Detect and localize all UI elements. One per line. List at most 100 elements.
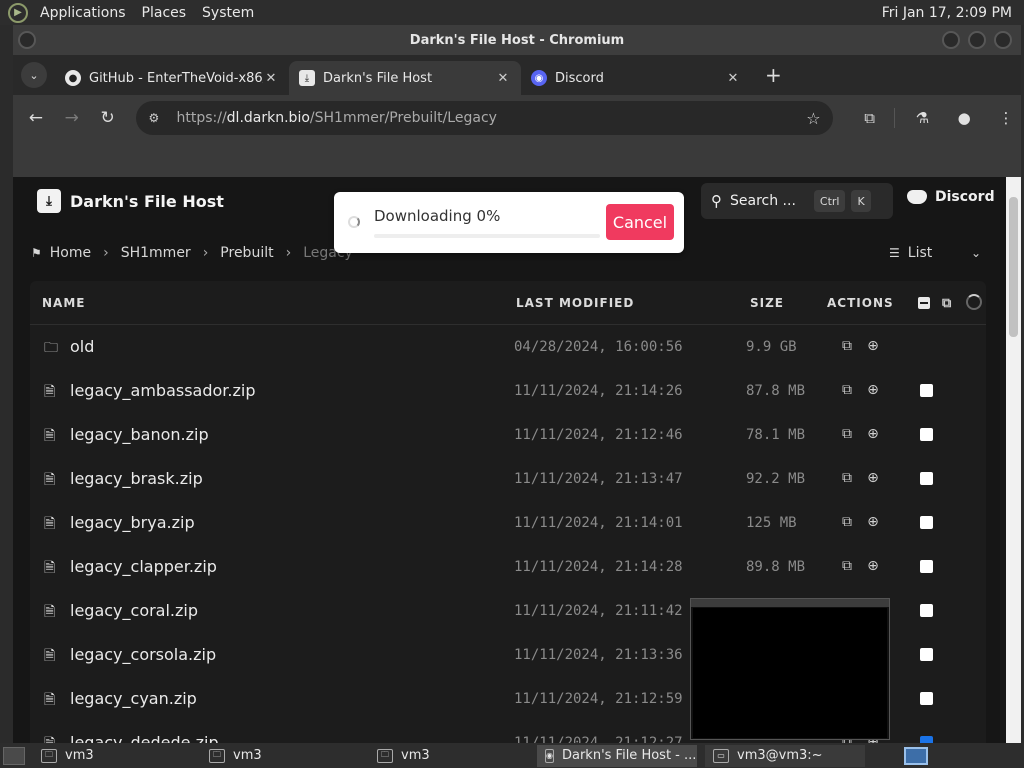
site-search-button[interactable]: ⚲ Search ... Ctrl K	[701, 183, 893, 219]
site-info-icon[interactable]: ⚙	[148, 111, 166, 125]
taskbar-item[interactable]: ▭ vm3@vm3:~	[705, 744, 865, 767]
file-name[interactable]: legacy_brask.zip	[70, 469, 203, 488]
column-name[interactable]: NAME	[42, 296, 85, 310]
show-desktop-button[interactable]	[3, 746, 25, 765]
table-row[interactable]: 🗎 legacy_banon.zip 11/11/2024, 21:12:46 78.…	[30, 413, 986, 457]
file-name[interactable]: legacy_brya.zip	[70, 513, 195, 532]
cancel-download-button[interactable]: Cancel	[606, 204, 674, 240]
breadcrumb-prebuilt[interactable]: Prebuilt	[220, 245, 273, 261]
file-size: 87.8 MB	[746, 383, 806, 399]
row-actions: ⧉⊕	[838, 513, 890, 531]
taskbar-item-label: vm3@vm3:~	[737, 748, 823, 763]
row-select-checkbox[interactable]	[920, 736, 933, 743]
file-name[interactable]: legacy_dedede.zip	[70, 733, 219, 743]
bookmark-star-icon[interactable]: ☆	[806, 109, 820, 128]
row-select-checkbox[interactable]	[920, 516, 933, 529]
tab-label: GitHub - EnterTheVoid-x86/	[89, 70, 263, 86]
table-row[interactable]: 🗀 old 04/28/2024, 16:00:56 9.9 GB ⧉ ⊕	[30, 325, 986, 369]
download-circle-icon[interactable]: ⊕	[864, 513, 882, 531]
copy-link-icon[interactable]: ⧉	[838, 557, 856, 575]
maximize-button[interactable]	[968, 31, 986, 49]
site-brand[interactable]: ⤓ Darkn's File Host	[37, 189, 224, 213]
scrollbar-thumb[interactable]	[1009, 197, 1018, 337]
minimize-button[interactable]	[942, 31, 960, 49]
copy-link-icon[interactable]: ⧉	[838, 469, 856, 487]
copy-link-icon[interactable]: ⧉	[838, 425, 856, 443]
file-name[interactable]: legacy_clapper.zip	[70, 557, 217, 576]
page-scrollbar[interactable]	[1006, 177, 1021, 743]
new-tab-button[interactable]: +	[765, 63, 782, 87]
download-circle-icon[interactable]: ⊕	[864, 557, 882, 575]
file-name[interactable]: legacy_cyan.zip	[70, 689, 197, 708]
taskbar-item[interactable]: 🗀 vm3	[201, 745, 361, 767]
file-name[interactable]: legacy_corsola.zip	[70, 645, 216, 664]
address-bar[interactable]: ⚙ https://dl.darkn.bio/SH1mmer/Prebuilt/…	[136, 101, 833, 135]
row-actions: ⧉⊕	[838, 469, 890, 487]
close-window-button[interactable]	[994, 31, 1012, 49]
download-circle-icon[interactable]: ⊕	[864, 469, 882, 487]
breadcrumb-sh1mmer[interactable]: SH1mmer	[121, 245, 191, 261]
close-icon[interactable]: ✕	[725, 71, 741, 86]
labs-flask-icon[interactable]: ⚗	[907, 103, 937, 133]
file-name[interactable]: legacy_coral.zip	[70, 601, 198, 620]
tab-search-button[interactable]: ⌄	[21, 62, 47, 88]
tab-discord[interactable]: ◉ Discord ✕	[521, 61, 751, 95]
taskbar-item[interactable]: 🗀 vm3	[33, 745, 193, 767]
row-select-checkbox[interactable]	[920, 604, 933, 617]
window-menu-button[interactable]	[18, 31, 36, 49]
taskbar-window-list: 🗀 vm3 🗀 vm3 🗀 vm3 ◉ Darkn's File Host - ... ▭ vm3…	[25, 744, 865, 767]
table-row[interactable]: 🗎 legacy_brya.zip 11/11/2024, 21:14:01 125 …	[30, 501, 986, 545]
copy-link-icon[interactable]: ⧉	[838, 337, 856, 355]
menu-system[interactable]: System	[194, 5, 262, 21]
file-name[interactable]: legacy_ambassador.zip	[70, 381, 255, 400]
kebab-menu-icon[interactable]: ⋮	[991, 103, 1021, 133]
view-mode-select[interactable]: ☰ List ⌄	[889, 241, 981, 265]
panel-clock[interactable]: Fri Jan 17, 2:09 PM	[882, 5, 1024, 21]
close-icon[interactable]: ✕	[495, 71, 511, 86]
tab-label: Darkn's File Host	[323, 70, 433, 86]
forward-arrow-icon[interactable]: →	[57, 103, 87, 133]
terminal-window-preview[interactable]	[690, 598, 890, 740]
row-select-checkbox[interactable]	[920, 428, 933, 441]
column-size[interactable]: SIZE	[750, 296, 784, 310]
copy-selected-icon[interactable]: ⧉	[942, 296, 952, 311]
reload-icon[interactable]: ↻	[93, 103, 123, 133]
download-status-text: Downloading 0%	[374, 207, 501, 225]
download-circle-icon[interactable]: ⊕	[864, 337, 882, 355]
row-select-checkbox[interactable]	[920, 560, 933, 573]
download-circle-icon[interactable]: ⊕	[864, 425, 882, 443]
loading-spinner-icon	[966, 294, 982, 310]
copy-link-icon[interactable]: ⧉	[838, 513, 856, 531]
menu-applications[interactable]: Applications	[32, 5, 134, 21]
close-icon[interactable]: ✕	[263, 71, 279, 86]
table-row[interactable]: 🗎 legacy_ambassador.zip 11/11/2024, 21:14:…	[30, 369, 986, 413]
workspace-switcher[interactable]	[904, 746, 928, 765]
profile-avatar-icon[interactable]: ●	[949, 103, 979, 133]
discord-link[interactable]: Discord	[907, 189, 995, 205]
select-all-checkbox[interactable]	[918, 297, 930, 309]
window-titlebar[interactable]: Darkn's File Host - Chromium	[13, 25, 1021, 55]
row-select-checkbox[interactable]	[920, 648, 933, 661]
file-name[interactable]: old	[70, 337, 94, 356]
taskbar-item[interactable]: 🗀 vm3	[369, 745, 529, 767]
distro-logo-icon[interactable]: ▶	[8, 2, 28, 23]
spinner-icon	[348, 216, 360, 228]
taskbar-item[interactable]: ◉ Darkn's File Host - ...	[537, 744, 697, 767]
row-select-checkbox[interactable]	[920, 384, 933, 397]
extensions-puzzle-icon[interactable]: ⧉	[855, 103, 885, 133]
copy-link-icon[interactable]: ⧉	[838, 381, 856, 399]
tab-darkns-file-host[interactable]: ⤓ Darkn's File Host ✕	[289, 61, 521, 95]
file-zip-icon: 🗎	[44, 692, 56, 708]
menu-places[interactable]: Places	[134, 5, 195, 21]
column-last-modified[interactable]: LAST MODIFIED	[516, 296, 634, 310]
file-name[interactable]: legacy_banon.zip	[70, 425, 209, 444]
back-arrow-icon[interactable]: ←	[21, 103, 51, 133]
row-select-checkbox[interactable]	[920, 472, 933, 485]
chevron-right-icon: ›	[285, 245, 292, 261]
row-select-checkbox[interactable]	[920, 692, 933, 705]
tab-github[interactable]: ● GitHub - EnterTheVoid-x86/ ✕	[55, 61, 289, 95]
table-row[interactable]: 🗎 legacy_clapper.zip 11/11/2024, 21:14:28 8…	[30, 545, 986, 589]
breadcrumb-home[interactable]: Home	[50, 245, 91, 261]
table-row[interactable]: 🗎 legacy_brask.zip 11/11/2024, 21:13:47 92.…	[30, 457, 986, 501]
download-circle-icon[interactable]: ⊕	[864, 381, 882, 399]
